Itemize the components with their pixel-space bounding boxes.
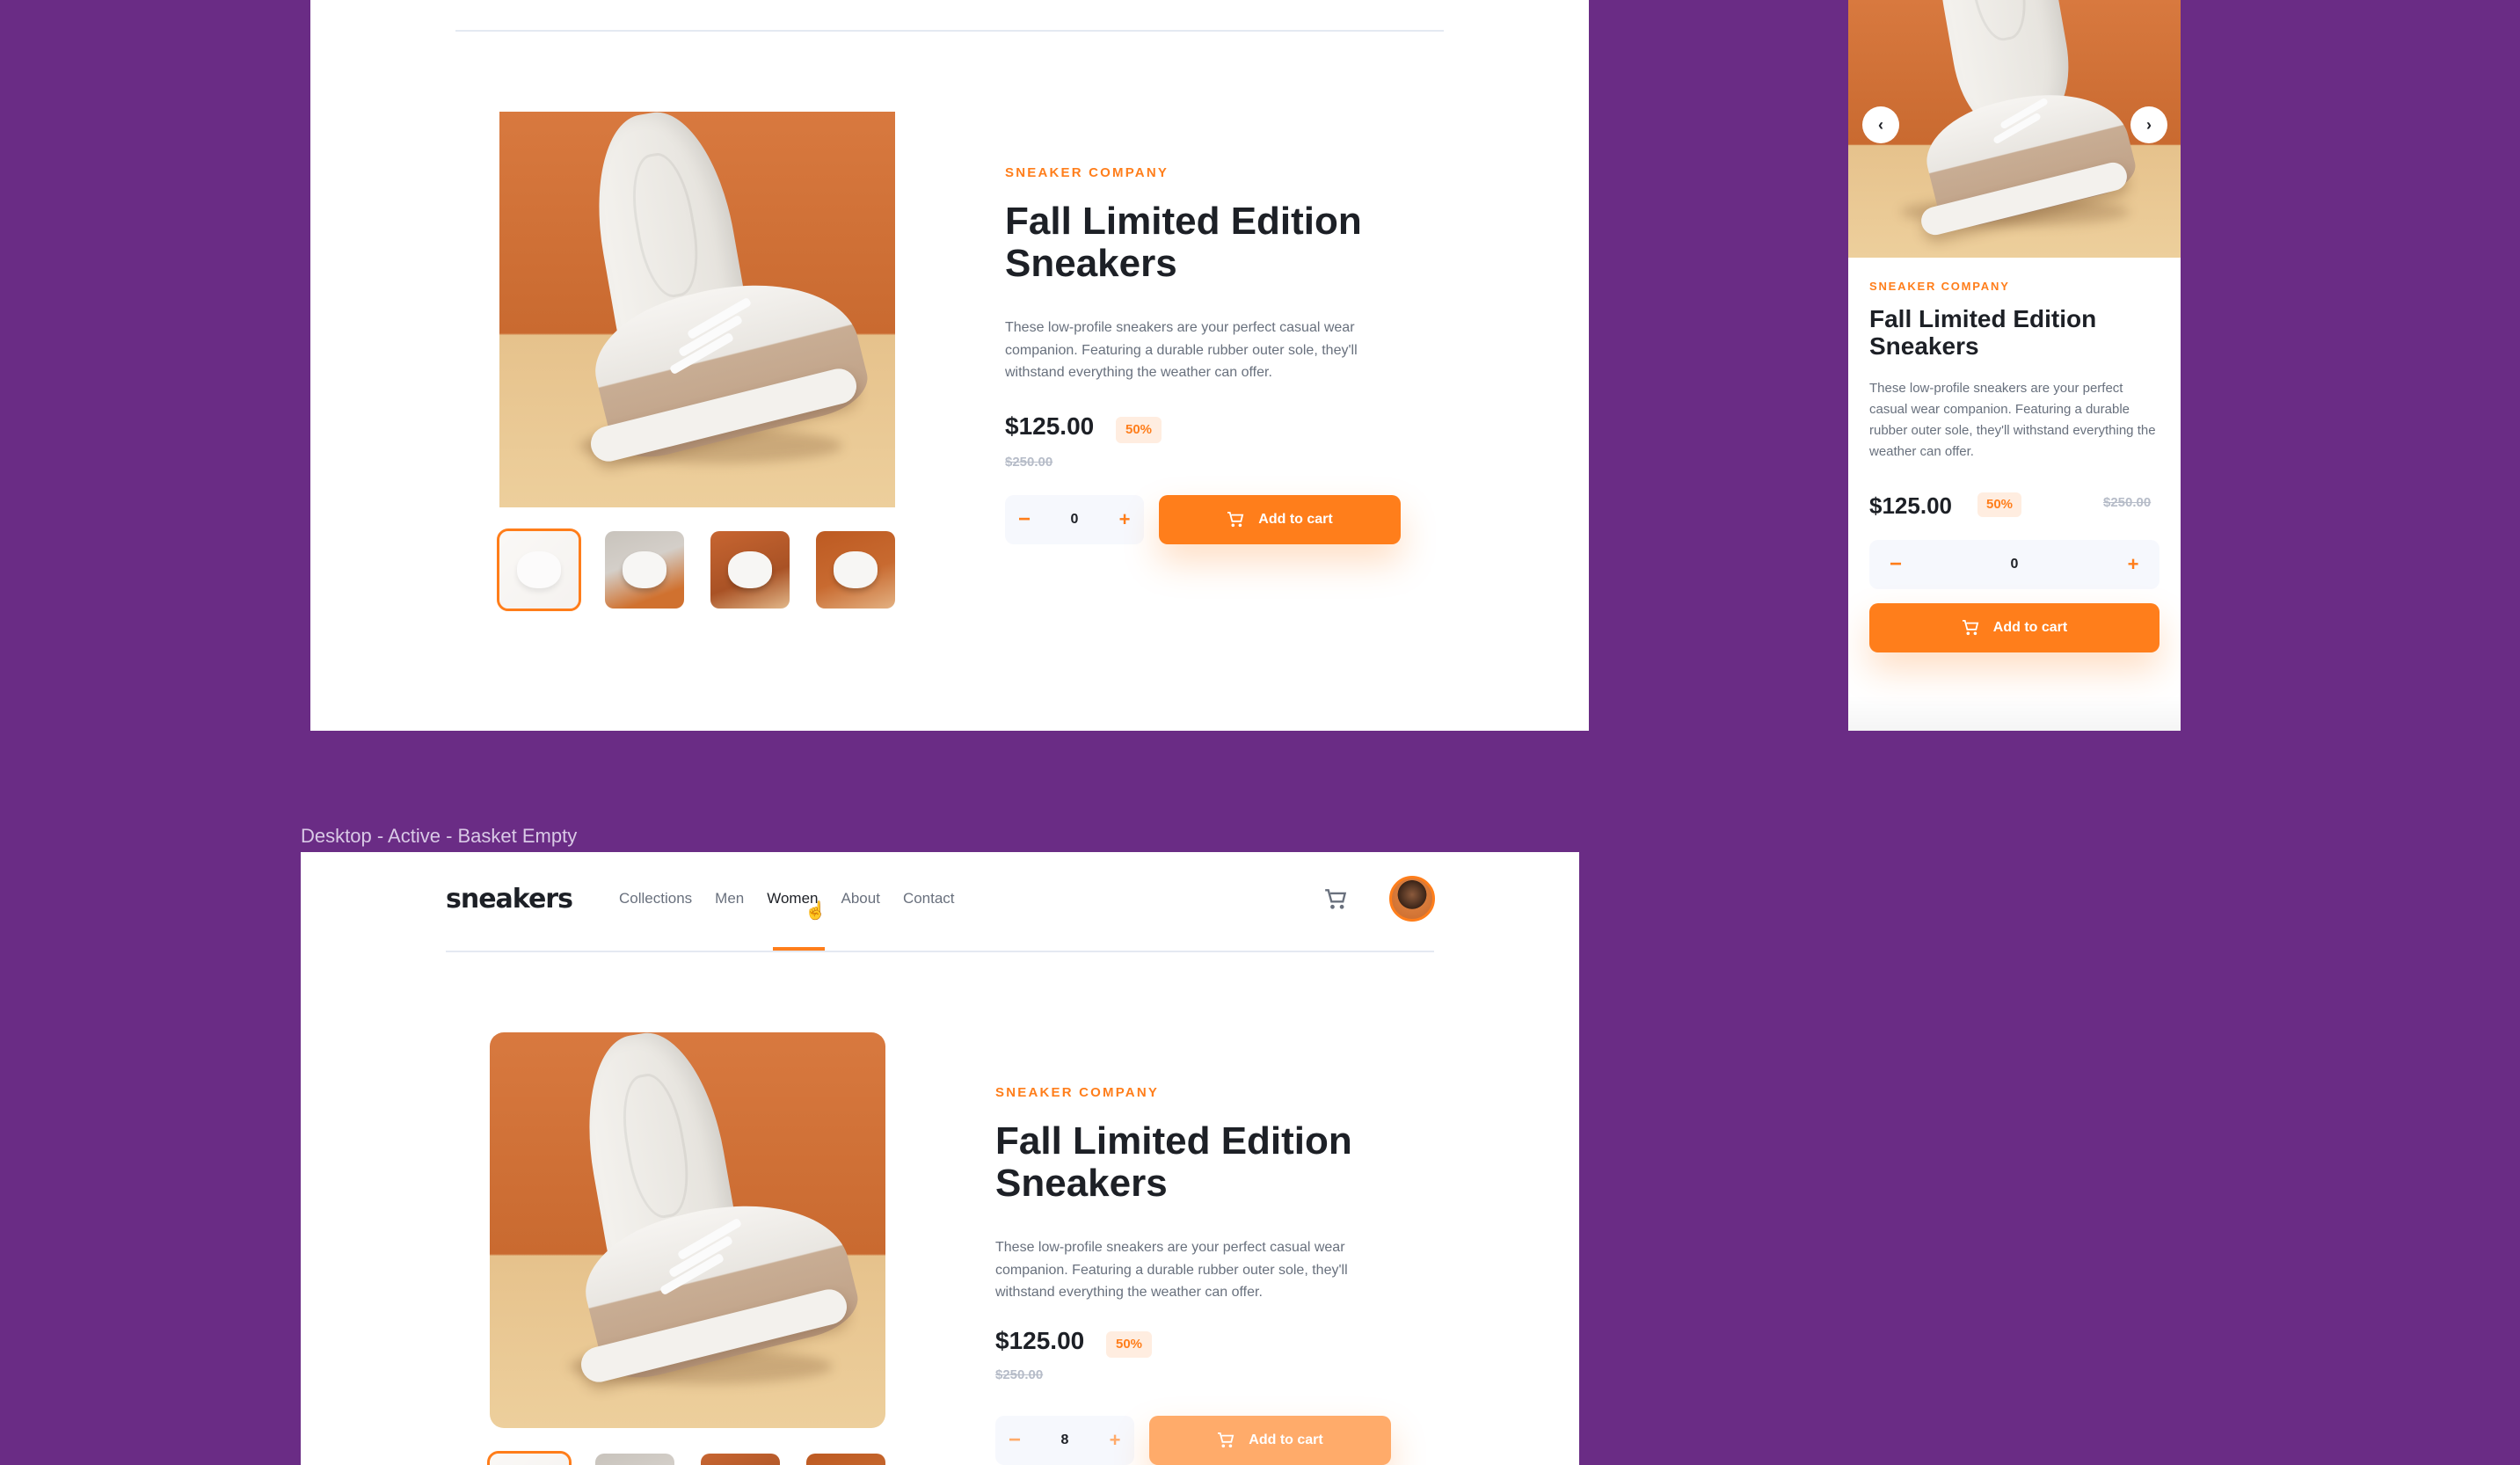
active-discount-badge: 50% [1106,1331,1152,1358]
mobile-discount-badge: 50% [1977,492,2021,517]
nav-item-contact[interactable]: Contact [903,890,955,907]
active-product-main-image[interactable] [490,1032,885,1428]
active-thumbnail-4[interactable] [806,1454,885,1465]
mobile-frame: ‹ › SNEAKER COMPANY Fall Limited Edition… [1848,0,2181,731]
nav-item-collections[interactable]: Collections [619,890,692,907]
mobile-product-price: $125.00 [1869,492,1952,519]
mobile-quantity-stepper: 0 − + [1869,540,2159,589]
active-quantity-stepper: 8 − + [995,1416,1134,1465]
thumbnail-1[interactable] [497,528,581,611]
mobile-product-title-line-2: Sneakers [1869,332,1979,360]
active-product-company: SNEAKER COMPANY [995,1085,1160,1100]
mobile-old-price: $250.00 [2103,495,2152,510]
cart-icon[interactable] [1324,889,1347,915]
minus-icon[interactable]: − [1005,495,1044,544]
active-product-title-line-2: Sneakers [995,1162,1168,1206]
active-thumbnail-3[interactable] [701,1454,780,1465]
active-add-to-cart-label: Add to cart [1249,1432,1323,1447]
mobile-minus-icon[interactable]: − [1869,540,1922,589]
thumbnail-2[interactable] [605,531,684,609]
discount-badge: 50% [1116,417,1162,443]
chevron-left-icon[interactable]: ‹ [1862,106,1899,143]
mobile-plus-icon[interactable]: + [2107,540,2159,589]
desktop-frame-active: sneakers Collections Men Women About Con… [301,852,1579,1465]
mobile-add-to-cart-button[interactable]: Add to cart [1869,603,2159,652]
logo[interactable]: sneakers [446,884,573,915]
active-product-price: $125.00 [995,1327,1085,1354]
mobile-product-title: Fall Limited Edition Sneakers [1869,305,2097,361]
mobile-product-company: SNEAKER COMPANY [1869,280,2010,293]
active-plus-icon[interactable]: + [1096,1416,1134,1465]
product-title-line-1: Fall Limited Edition [1005,200,1362,243]
mobile-product-description: These low-profile sneakers are your perf… [1869,381,2156,459]
thumbnail-4[interactable] [816,531,895,609]
active-add-to-cart-button[interactable]: Add to cart [1149,1416,1391,1465]
active-old-price: $250.00 [995,1367,1044,1382]
nav-item-men[interactable]: Men [715,890,744,907]
product-title: Fall Limited Edition Sneakers [1005,200,1362,286]
add-to-cart-button[interactable]: Add to cart [1159,495,1401,544]
add-to-cart-label: Add to cart [1258,512,1333,527]
active-thumbnail-strip [487,1451,885,1465]
mobile-product-title-line-1: Fall Limited Edition [1869,305,2097,332]
active-thumbnail-1[interactable] [487,1451,572,1465]
active-product-title: Fall Limited Edition Sneakers [995,1119,1352,1206]
product-title-line-2: Sneakers [1005,242,1177,286]
product-price: $125.00 [1005,412,1095,440]
quantity-stepper: 0 − + [1005,495,1144,544]
active-thumbnail-2[interactable] [595,1454,674,1465]
thumbnail-3[interactable] [710,531,790,609]
old-price: $250.00 [1005,455,1053,470]
nav-item-about[interactable]: About [841,890,880,907]
desktop-frame-top: SNEAKER COMPANY Fall Limited Edition Sne… [310,0,1589,731]
header-divider [455,30,1444,32]
main-nav: Collections Men Women About Contact [619,890,955,907]
chevron-right-icon[interactable]: › [2130,106,2167,143]
active-cart-button-icon [1218,1432,1235,1448]
product-description: These low-profile sneakers are your perf… [1005,320,1358,381]
product-main-image[interactable] [499,112,895,507]
pointer-cursor-icon: ☝ [805,901,827,921]
active-product-description: These low-profile sneakers are your perf… [995,1240,1348,1301]
active-product-title-line-1: Fall Limited Edition [995,1119,1352,1163]
active-minus-icon[interactable]: − [995,1416,1034,1465]
thumbnail-strip [497,528,895,611]
plus-icon[interactable]: + [1105,495,1144,544]
frame-label: Desktop - Active - Basket Empty [301,825,578,847]
header-divider [446,951,1434,952]
mobile-add-to-cart-label: Add to cart [1992,620,2068,635]
cart-icon [1227,512,1244,528]
mobile-cart-icon [1962,620,1979,636]
product-company: SNEAKER COMPANY [1005,165,1169,180]
user-avatar[interactable] [1389,876,1435,922]
